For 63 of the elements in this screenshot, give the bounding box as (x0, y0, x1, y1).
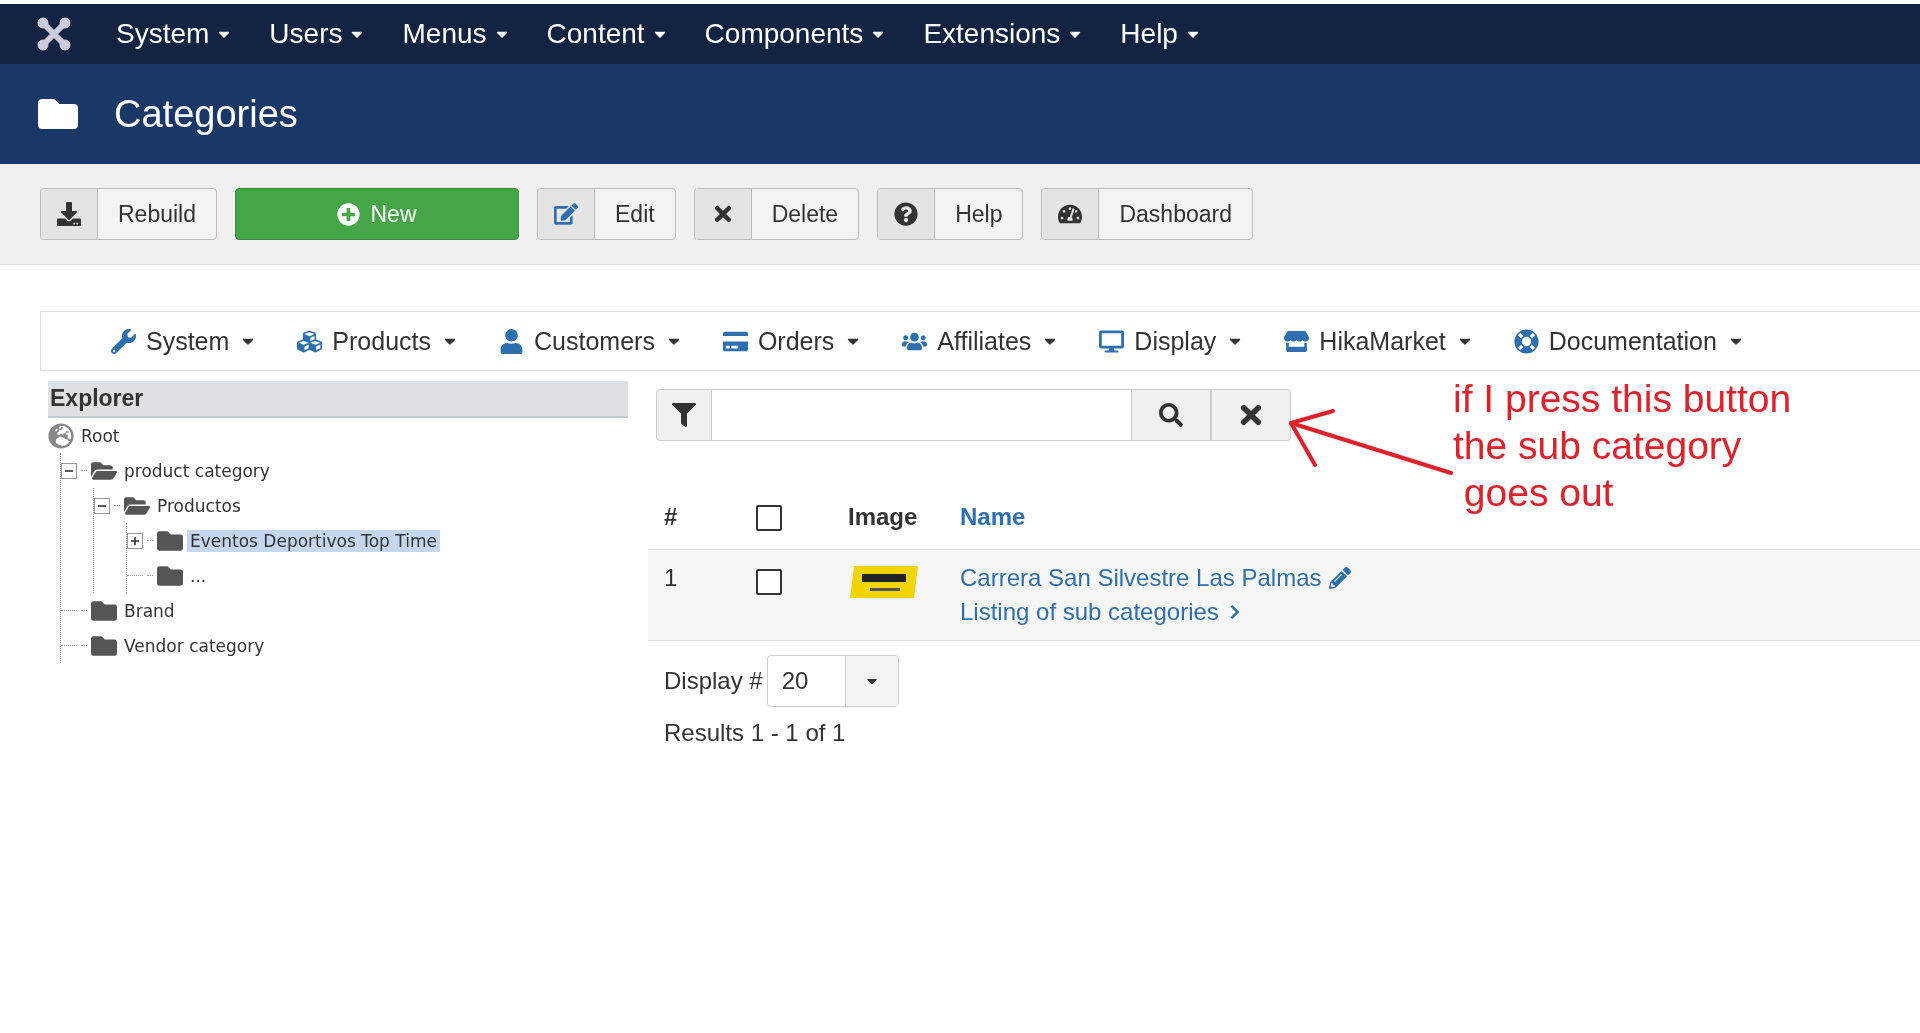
category-link[interactable]: Carrera San Silvestre Las Palmas (960, 564, 1352, 592)
menu-item[interactable]: Components (704, 18, 888, 50)
tree-item[interactable]: Vendor category (121, 634, 268, 657)
logo-icon[interactable] (36, 16, 72, 52)
search-field[interactable] (712, 389, 1131, 441)
cubes-icon (297, 328, 323, 354)
search-icon (1159, 403, 1183, 427)
menu-item[interactable]: System (111, 326, 258, 356)
delete-button[interactable]: Delete (693, 188, 860, 240)
menu-item[interactable]: System (116, 18, 234, 50)
display-label: Display # (664, 667, 763, 695)
question-icon (894, 202, 919, 226)
page-title: Categories (114, 92, 298, 136)
menu-item[interactable]: Users (269, 18, 367, 50)
download-icon (57, 202, 81, 226)
lifebuoy-icon (1513, 328, 1539, 354)
table-cell: 1 (664, 564, 678, 591)
gauge-icon (1058, 202, 1083, 226)
collapse-icon[interactable] (94, 497, 110, 514)
tree-item[interactable]: Brand (121, 599, 178, 622)
clear-button[interactable] (1211, 389, 1291, 441)
search-button[interactable] (1131, 389, 1211, 441)
menu-item[interactable]: Display (1099, 326, 1245, 356)
sub-categories-link[interactable]: Listing of sub categories (960, 598, 1243, 626)
menu-item[interactable]: Products (297, 326, 460, 356)
edit-icon (554, 202, 578, 226)
results-text: Results 1 - 1 of 1 (664, 719, 847, 747)
tree-item[interactable]: Productos (154, 494, 244, 517)
pencil-icon[interactable] (1329, 567, 1352, 589)
checkbox[interactable] (756, 568, 782, 595)
tree-item[interactable]: product category (121, 459, 273, 482)
dashboard-button[interactable]: Dashboard (1041, 188, 1253, 240)
wrench-icon (111, 328, 136, 354)
tree-item[interactable]: Eventos Deportivos Top Time (187, 529, 440, 552)
menu-item[interactable]: HikaMarket (1284, 326, 1474, 356)
expand-icon[interactable] (127, 532, 143, 549)
column-header: Image (848, 503, 918, 530)
display-select[interactable]: 20 (766, 655, 899, 707)
menu-item[interactable]: Orders (722, 326, 863, 356)
globe-icon (48, 422, 74, 449)
annotation-text: if I press this button the sub category goes out (1453, 376, 1792, 516)
menu-item[interactable]: Customers (499, 326, 683, 356)
filter-button[interactable] (656, 389, 712, 441)
panel-title: Explorer (48, 381, 628, 418)
store-icon (1284, 328, 1310, 354)
menu-item[interactable]: Content (546, 18, 669, 50)
menu-item[interactable]: Affiliates (902, 326, 1060, 356)
menu-item[interactable]: Help (1120, 18, 1202, 50)
filter-icon (672, 403, 696, 427)
tree-item[interactable]: Root (78, 424, 123, 447)
menu-item[interactable]: Documentation (1513, 326, 1745, 356)
tree-item[interactable]: ... (187, 564, 210, 587)
user-icon (499, 328, 525, 354)
collapse-icon[interactable] (61, 462, 77, 479)
menu-item[interactable]: Menus (402, 18, 511, 50)
rebuild-button[interactable]: Rebuild (40, 188, 217, 240)
help-button[interactable]: Help (877, 188, 1024, 240)
checkbox[interactable] (756, 505, 782, 532)
menu-item[interactable]: Extensions (923, 18, 1085, 50)
edit-button[interactable]: Edit (537, 188, 676, 240)
column-header: # (664, 503, 678, 530)
column-header[interactable]: Name (960, 503, 1026, 531)
monitor-icon (1099, 328, 1125, 354)
